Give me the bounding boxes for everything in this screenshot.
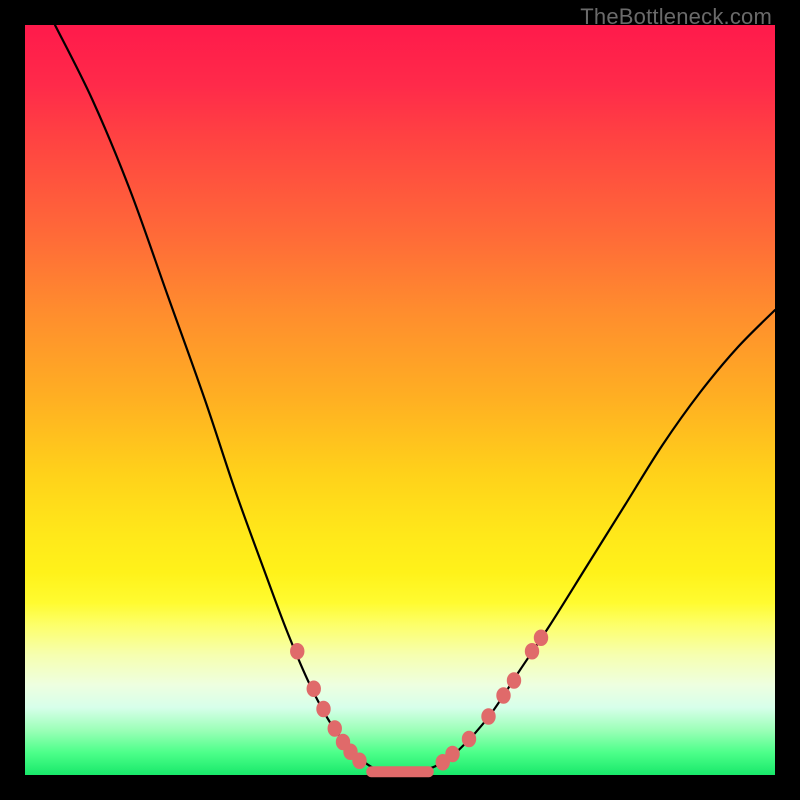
data-dot: [507, 672, 521, 689]
data-dot: [290, 643, 304, 660]
watermark-text: TheBottleneck.com: [580, 4, 772, 30]
data-dot: [316, 701, 330, 718]
bottleneck-curve: [55, 25, 775, 771]
floor-segment: [366, 766, 434, 777]
data-dot: [328, 720, 342, 737]
data-dot: [534, 629, 548, 646]
data-dot: [496, 687, 510, 704]
data-dots: [290, 629, 548, 770]
data-dot: [481, 708, 495, 725]
data-dot: [352, 752, 366, 769]
data-dot: [525, 643, 539, 660]
data-dot: [445, 746, 459, 763]
chart-frame: TheBottleneck.com: [0, 0, 800, 800]
plot-area: [25, 25, 775, 775]
data-dot: [462, 731, 476, 748]
chart-svg: [25, 25, 775, 775]
data-dot: [307, 680, 321, 697]
